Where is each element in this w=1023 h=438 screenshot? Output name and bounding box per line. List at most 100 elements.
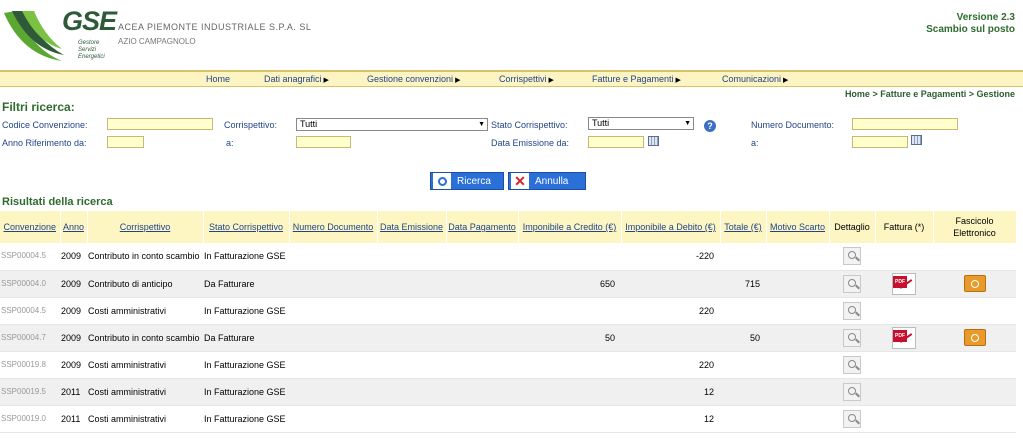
cell-corrispettivo: Contributo di anticipo: [87, 270, 203, 298]
col-motivo-scarto[interactable]: Motivo Scarto: [766, 211, 830, 243]
pdf-icon[interactable]: PDF: [892, 326, 916, 349]
cell-corrispettivo: Costi amministrativi: [87, 297, 203, 325]
magnifier-icon[interactable]: [843, 301, 861, 320]
logo-text: GSE: [62, 6, 117, 36]
col-totale[interactable]: Totale (€): [720, 211, 767, 243]
menu-arrow-icon: ▶: [548, 77, 554, 84]
calendar-icon[interactable]: [911, 135, 922, 145]
cell-fattura: [875, 297, 933, 325]
cell-numero-documento: [289, 351, 377, 379]
cell-imponibile-debito: 220: [621, 297, 720, 325]
cell-convenzione: SSP00004.7: [0, 324, 60, 352]
col-corrispettivo[interactable]: Corrispettivo: [87, 211, 204, 243]
version-info: Versione 2.3 Scambio sul posto: [926, 12, 1015, 36]
folder-search-icon[interactable]: [963, 275, 986, 292]
col-convenzione[interactable]: Convenzione: [0, 211, 61, 243]
corrispettivo-select[interactable]: Tutti ▼: [296, 118, 488, 131]
search-icon: [433, 173, 451, 189]
cell-convenzione: SSP00019.5: [0, 378, 60, 406]
magnifier-icon[interactable]: [843, 355, 861, 374]
filters-title: Filtri ricerca:: [2, 100, 75, 114]
stato-corrispettivo-select[interactable]: Tutti ▼: [588, 117, 694, 130]
magnifier-icon[interactable]: [843, 247, 861, 266]
anno-riferimento-da-input[interactable]: [107, 136, 144, 148]
version-label: Versione 2.3: [956, 12, 1015, 23]
cell-imponibile-credito: 650: [518, 270, 621, 298]
magnifier-icon[interactable]: [843, 328, 861, 347]
cell-anno: 2009: [60, 351, 87, 379]
cell-data-emissione: [377, 351, 446, 379]
col-numero-documento[interactable]: Numero Documento: [289, 211, 378, 243]
cell-fattura: [875, 351, 933, 379]
data-emissione-da-input[interactable]: [588, 136, 644, 148]
data-emissione-a-label: a:: [751, 138, 759, 148]
cell-corrispettivo: Contributo in conto scambio: [87, 243, 203, 271]
cell-dettaglio: [829, 351, 875, 379]
cell-anno: 2011: [60, 405, 87, 433]
cell-imponibile-credito: [518, 405, 621, 433]
col-data-pagamento[interactable]: Data Pagamento: [446, 211, 519, 243]
anno-riferimento-a-label: a:: [226, 138, 234, 148]
cell-stato: In Fatturazione GSE: [203, 351, 289, 379]
cell-imponibile-debito: -220: [621, 243, 720, 271]
magnifier-icon[interactable]: [843, 382, 861, 401]
table-row: SSP00004.0 2009 Contributo di anticipo Da F…: [0, 270, 1016, 298]
table-row: SSP00019.8 2009 Costi amministrativi In Fat…: [0, 351, 1016, 379]
col-stato-corrispettivo[interactable]: Stato Corrispettivo: [203, 211, 290, 243]
cell-fascicolo: [933, 297, 1016, 325]
calendar-icon[interactable]: [648, 136, 659, 146]
cell-data-emissione: [377, 324, 446, 352]
cell-numero-documento: [289, 405, 377, 433]
table-row: SSP00004.7 2009 Contributo in conto scambi…: [0, 324, 1016, 352]
ricerca-button[interactable]: Ricerca: [430, 172, 504, 190]
annulla-button[interactable]: ✕ Annulla: [508, 172, 586, 190]
cell-motivo-scarto: [766, 243, 829, 271]
cell-corrispettivo: Contributo in conto scambio: [87, 324, 203, 352]
main-nav: Home Dati anagrafici ▶ Gestione convenzio…: [0, 70, 1023, 87]
codice-convenzione-input[interactable]: [107, 118, 213, 130]
cell-data-pagamento: [446, 324, 518, 352]
cell-numero-documento: [289, 378, 377, 406]
page-header: GSE Gestore Servizi Energetici ACEA PIEM…: [0, 0, 1023, 70]
col-anno[interactable]: Anno: [60, 211, 88, 243]
cell-data-emissione: [377, 243, 446, 271]
pdf-icon[interactable]: PDF: [892, 272, 916, 295]
anno-riferimento-a-input[interactable]: [296, 136, 351, 148]
stato-corrispettivo-label: Stato Corrispettivo:: [491, 120, 568, 130]
results-table: Convenzione Anno Corrispettivo Stato Cor…: [0, 211, 1023, 433]
col-imponibile-credito[interactable]: Imponibile a Credito (€): [518, 211, 622, 243]
cell-data-emissione: [377, 270, 446, 298]
magnifier-icon[interactable]: [843, 274, 861, 293]
magnifier-icon[interactable]: [843, 409, 861, 428]
nav-home[interactable]: Home: [206, 74, 230, 84]
company-subtitle: AZIO CAMPAGNOLO: [118, 37, 196, 46]
folder-search-icon[interactable]: [963, 329, 986, 346]
cell-numero-documento: [289, 297, 377, 325]
breadcrumb: Home > Fatture e Pagamenti > Gestione: [844, 89, 1015, 99]
col-fascicolo-elettronico: Fascicolo Elettronico: [933, 211, 1017, 243]
nav-comunicazioni[interactable]: Comunicazioni ▶: [722, 74, 788, 84]
table-row: SSP00019.0 2011 Costi amministrativi In Fat…: [0, 405, 1016, 433]
col-data-emissione[interactable]: Data Emissione: [377, 211, 447, 243]
table-row: SSP00004.5 2009 Costi amministrativi In Fat…: [0, 297, 1016, 325]
numero-documento-input[interactable]: [852, 118, 958, 130]
col-imponibile-debito[interactable]: Imponibile a Debito (€): [621, 211, 721, 243]
cell-fattura: [875, 405, 933, 433]
nav-dati-anagrafici[interactable]: Dati anagrafici ▶: [264, 74, 329, 84]
nav-gestione-convenzioni[interactable]: Gestione convenzioni ▶: [367, 74, 460, 84]
corrispettivo-label: Corrispettivo:: [224, 120, 278, 130]
cell-data-emissione: [377, 297, 446, 325]
cell-dettaglio: [829, 405, 875, 433]
nav-corrispettivi[interactable]: Corrispettivi ▶: [499, 74, 554, 84]
data-emissione-a-input[interactable]: [852, 136, 908, 148]
cell-totale: 715: [720, 270, 766, 298]
chevron-down-icon: ▼: [684, 120, 691, 127]
cell-convenzione: SSP00004.5: [0, 297, 60, 325]
nav-fatture-pagamenti[interactable]: Fatture e Pagamenti ▶: [592, 74, 681, 84]
cell-data-pagamento: [446, 378, 518, 406]
cell-fattura: [875, 243, 933, 271]
cell-data-emissione: [377, 405, 446, 433]
cell-data-pagamento: [446, 297, 518, 325]
cell-fascicolo: [933, 405, 1016, 433]
help-icon[interactable]: ?: [704, 120, 716, 132]
